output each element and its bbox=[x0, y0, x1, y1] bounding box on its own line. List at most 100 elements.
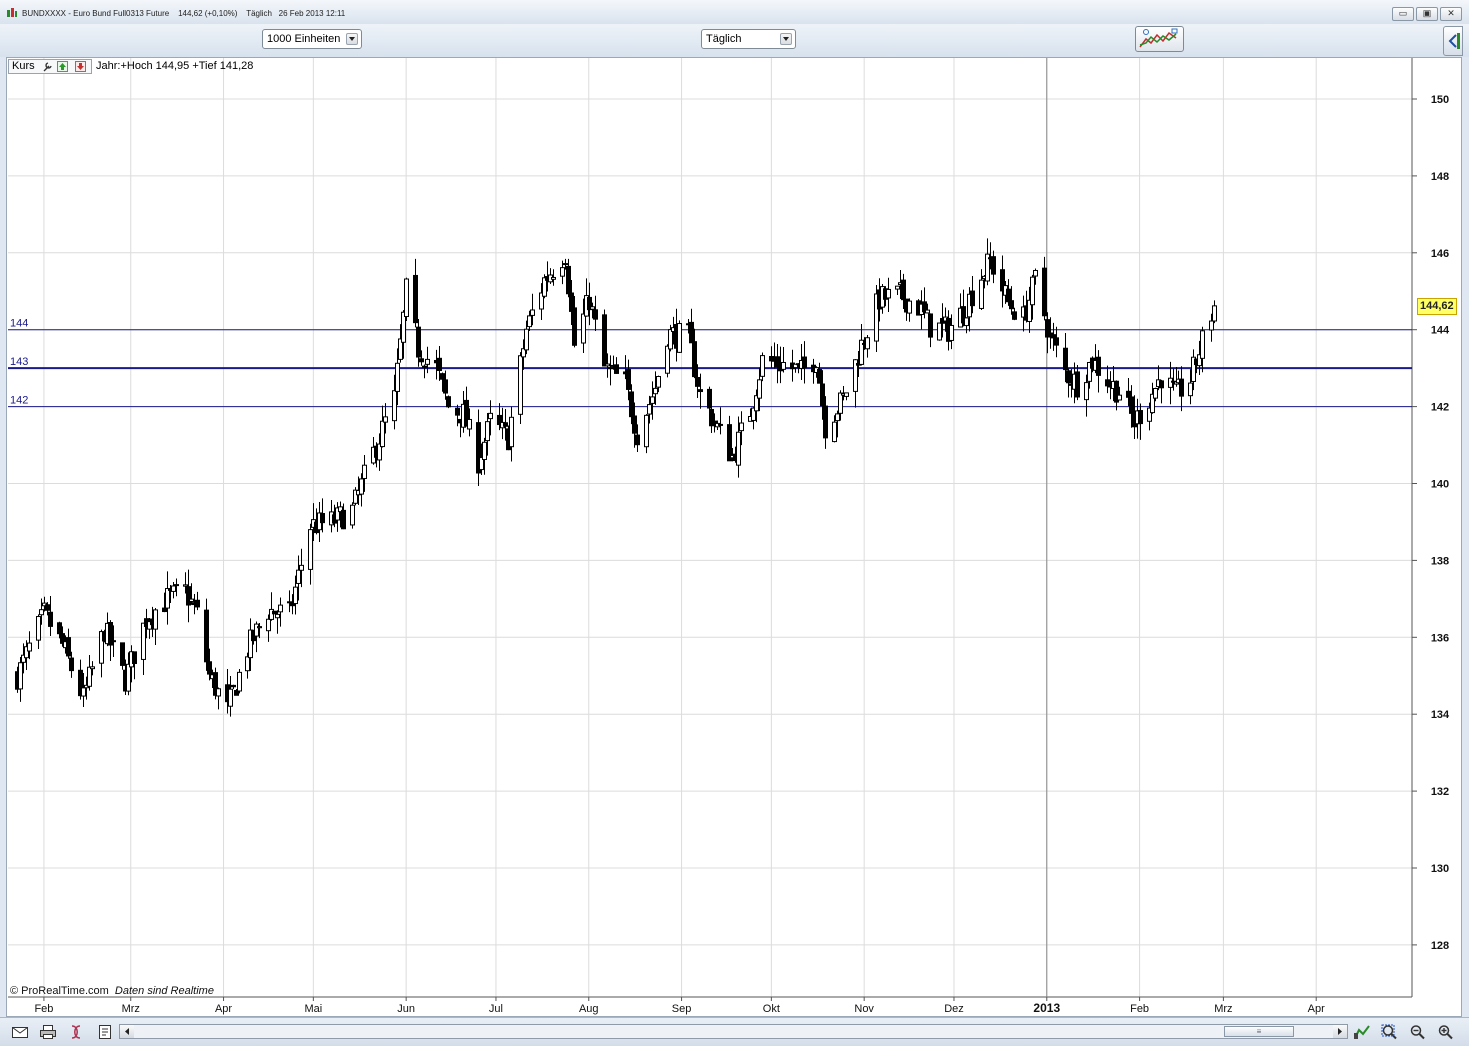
candle-down[interactable] bbox=[120, 642, 125, 666]
arrow-down-icon[interactable] bbox=[75, 61, 86, 72]
candle-up[interactable] bbox=[1084, 382, 1089, 401]
candle-down[interactable] bbox=[566, 265, 571, 295]
candle-down[interactable] bbox=[1159, 380, 1164, 389]
candle-down[interactable] bbox=[820, 383, 825, 407]
candle-up[interactable] bbox=[237, 671, 242, 692]
candle-down[interactable] bbox=[419, 358, 424, 363]
candle-down[interactable] bbox=[692, 341, 697, 378]
time-scrollbar[interactable]: ≡ bbox=[119, 1024, 1348, 1039]
candle-up[interactable] bbox=[605, 363, 610, 367]
candle-up[interactable] bbox=[865, 337, 870, 350]
candle-down[interactable] bbox=[629, 391, 634, 418]
candle-up[interactable] bbox=[949, 324, 954, 341]
candle-up[interactable] bbox=[18, 662, 23, 690]
candle-up[interactable] bbox=[254, 623, 259, 637]
candle-down[interactable] bbox=[162, 607, 167, 613]
candle-up[interactable] bbox=[362, 464, 367, 479]
candle-up[interactable] bbox=[650, 396, 655, 404]
candle-down[interactable] bbox=[413, 274, 418, 324]
candle-down[interactable] bbox=[602, 314, 607, 367]
candle-down[interactable] bbox=[635, 434, 640, 446]
candle-up[interactable] bbox=[560, 267, 565, 277]
candle-down[interactable] bbox=[593, 309, 598, 320]
candle-up[interactable] bbox=[590, 306, 595, 310]
candle-up[interactable] bbox=[563, 263, 568, 266]
candle-down[interactable] bbox=[48, 611, 53, 627]
candle-up[interactable] bbox=[656, 375, 661, 388]
candle-up[interactable] bbox=[467, 418, 472, 430]
candle-up[interactable] bbox=[760, 355, 765, 377]
candle-down[interactable] bbox=[1063, 347, 1068, 371]
candle-up[interactable] bbox=[907, 300, 912, 314]
candle-up[interactable] bbox=[488, 412, 493, 420]
chart-settings-icon[interactable] bbox=[1353, 1024, 1371, 1040]
candle-up[interactable] bbox=[395, 362, 400, 392]
candle-up[interactable] bbox=[189, 598, 194, 602]
arrow-up-icon[interactable] bbox=[57, 61, 68, 72]
candle-down[interactable] bbox=[707, 388, 712, 409]
zoom-select-icon[interactable] bbox=[1381, 1024, 1399, 1040]
candle-up[interactable] bbox=[718, 423, 723, 426]
candle-down[interactable] bbox=[207, 661, 212, 675]
candle-up[interactable] bbox=[644, 414, 649, 448]
candle-up[interactable] bbox=[296, 569, 301, 584]
candle-down[interactable] bbox=[443, 379, 448, 394]
candle-down[interactable] bbox=[45, 604, 50, 611]
candle-down[interactable] bbox=[970, 290, 975, 307]
candle-up[interactable] bbox=[736, 431, 741, 466]
candle-up[interactable] bbox=[36, 616, 41, 641]
candle-down[interactable] bbox=[991, 256, 996, 275]
candle-up[interactable] bbox=[677, 323, 682, 353]
candle-up[interactable] bbox=[308, 529, 313, 570]
candle-up[interactable] bbox=[165, 588, 170, 609]
candle-up[interactable] bbox=[581, 313, 586, 344]
candle-down[interactable] bbox=[817, 368, 822, 384]
candle-down[interactable] bbox=[1179, 378, 1184, 397]
candle-down[interactable] bbox=[186, 586, 191, 606]
candle-up[interactable] bbox=[39, 609, 44, 616]
candle-down[interactable] bbox=[901, 279, 906, 301]
candle-down[interactable] bbox=[572, 307, 577, 346]
candle-up[interactable] bbox=[141, 622, 146, 660]
scroll-left-button[interactable] bbox=[120, 1025, 134, 1038]
candle-down[interactable] bbox=[1054, 337, 1059, 346]
candle-up[interactable] bbox=[844, 392, 849, 397]
candle-down[interactable] bbox=[437, 357, 442, 371]
candle-up[interactable] bbox=[126, 663, 131, 692]
candle-up[interactable] bbox=[293, 586, 298, 605]
candle-up[interactable] bbox=[509, 416, 514, 448]
indicator-icon[interactable] bbox=[67, 1024, 85, 1040]
candle-down[interactable] bbox=[632, 415, 637, 434]
candle-down[interactable] bbox=[416, 326, 421, 358]
candle-down[interactable] bbox=[614, 364, 619, 374]
candle-up[interactable] bbox=[111, 640, 116, 643]
candle-up[interactable] bbox=[757, 379, 762, 399]
candle-up[interactable] bbox=[380, 420, 385, 448]
candle-up[interactable] bbox=[404, 278, 409, 318]
candle-up[interactable] bbox=[359, 478, 364, 495]
candle-up[interactable] bbox=[527, 315, 532, 328]
candle-up[interactable] bbox=[1168, 377, 1173, 388]
candle-up[interactable] bbox=[524, 328, 529, 351]
candle-up[interactable] bbox=[979, 279, 984, 309]
candle-up[interactable] bbox=[668, 329, 673, 350]
candle-down[interactable] bbox=[1042, 267, 1047, 317]
candle-down[interactable] bbox=[455, 407, 460, 416]
candle-down[interactable] bbox=[689, 321, 694, 344]
candle-up[interactable] bbox=[551, 276, 556, 280]
candle-up[interactable] bbox=[1033, 269, 1038, 277]
candle-down[interactable] bbox=[503, 422, 508, 427]
candle-up[interactable] bbox=[781, 361, 786, 370]
candle-down[interactable] bbox=[440, 373, 445, 380]
candle-up[interactable] bbox=[1048, 332, 1053, 335]
candle-up[interactable] bbox=[1030, 276, 1035, 306]
candlestick-chart[interactable]: 128 130 132 134 136 138 140 142 144 146 148 150 Feb M… bbox=[0, 0, 1469, 1045]
candle-up[interactable] bbox=[485, 421, 490, 442]
candle-down[interactable] bbox=[1075, 371, 1080, 398]
scroll-thumb[interactable]: ≡ bbox=[1224, 1026, 1294, 1037]
candle-down[interactable] bbox=[626, 369, 631, 390]
candle-up[interactable] bbox=[895, 285, 900, 290]
candle-down[interactable] bbox=[928, 313, 933, 338]
candle-up[interactable] bbox=[1200, 330, 1205, 359]
candle-up[interactable] bbox=[1117, 394, 1122, 401]
